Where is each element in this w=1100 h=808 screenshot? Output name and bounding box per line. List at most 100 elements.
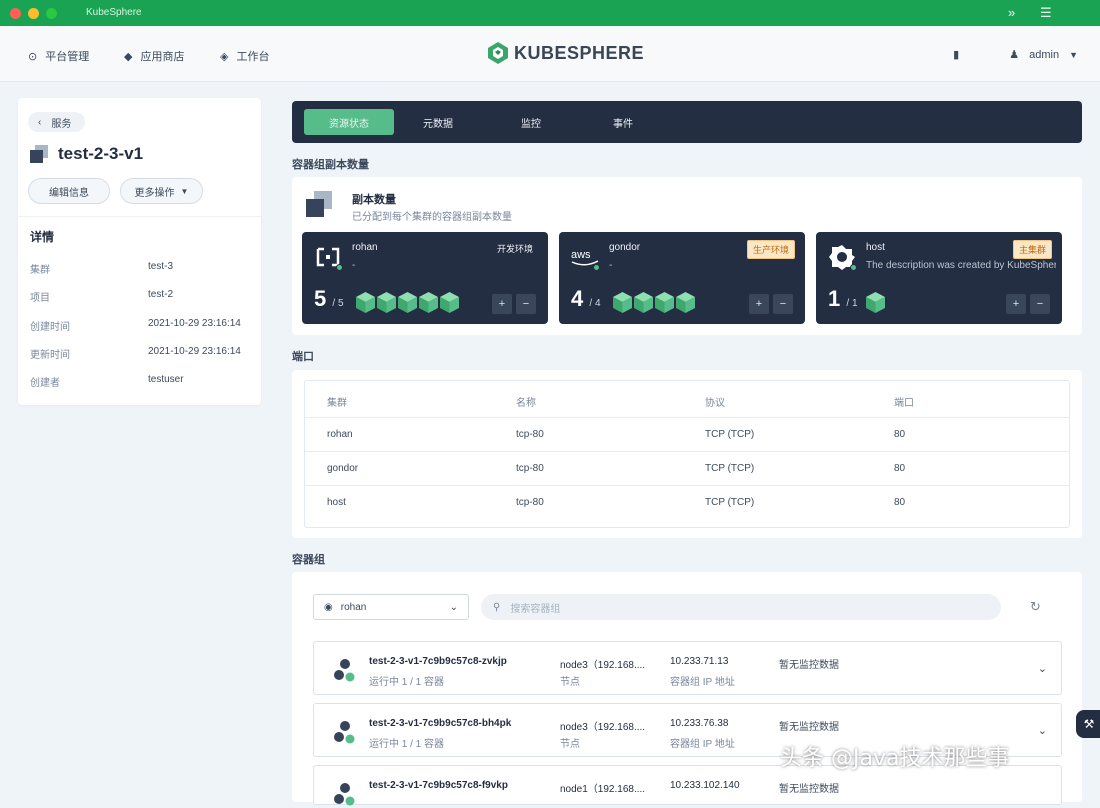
nav-appstore[interactable]: ◆ 应用商店 xyxy=(124,48,184,64)
svg-text:aws: aws xyxy=(571,249,591,261)
pod-icon xyxy=(334,659,355,682)
back-label: 服务 xyxy=(51,118,72,130)
detail-key: 集群 xyxy=(30,265,50,276)
replica-total: 4 xyxy=(594,298,601,309)
pod-ip-label: 容器组 IP 地址 xyxy=(670,739,735,750)
replica-total: 5 xyxy=(337,298,344,309)
tab-metadata[interactable]: 元数据 xyxy=(412,109,464,135)
minimize-window-button[interactable] xyxy=(28,8,39,19)
pod-name[interactable]: test-2-3-v1-7c9b9c57c8-f9vkp xyxy=(369,780,508,791)
nav-platform[interactable]: ⊙ 平台管理 xyxy=(28,48,89,64)
table-cell: tcp-80 xyxy=(516,463,544,474)
nav-appstore-label: 应用商店 xyxy=(140,51,185,63)
replica-cube-icon xyxy=(613,292,632,313)
add-replica-button[interactable]: + xyxy=(749,294,769,314)
cluster-select[interactable]: ◉ rohan ⌄ xyxy=(313,594,469,620)
nav-workbench[interactable]: ◈ 工作台 xyxy=(220,48,269,64)
replica-cube-icon xyxy=(377,292,396,313)
user-name[interactable]: admin xyxy=(1029,49,1059,61)
add-replica-button[interactable]: + xyxy=(1006,294,1026,314)
edit-info-button[interactable]: 编辑信息 xyxy=(28,178,110,204)
table-cell: gondor xyxy=(327,463,359,474)
workload-name: test-2-3-v1 xyxy=(58,144,144,163)
detail-value: 2021-10-29 23:16:14 xyxy=(148,346,241,357)
more-actions-label: 更多操作 xyxy=(134,187,175,199)
replica-cube-icon xyxy=(634,292,653,313)
cluster-name: rohan xyxy=(352,242,378,253)
table-cell: host xyxy=(327,497,346,508)
detail-row: 创建时间 2021-10-29 23:16:14 xyxy=(30,318,250,333)
detail-row: 集群 test-3 xyxy=(30,261,250,276)
table-cell: tcp-80 xyxy=(516,429,544,440)
divider xyxy=(305,451,1069,452)
table-cell: 80 xyxy=(894,429,906,440)
tab-resource-status[interactable]: 资源状态 xyxy=(304,109,394,135)
pod-name[interactable]: test-2-3-v1-7c9b9c57c8-zvkjp xyxy=(369,656,507,667)
refresh-icon[interactable]: ↻ xyxy=(1030,599,1041,615)
user-caret-icon[interactable]: ▼ xyxy=(1069,50,1078,60)
pod-ip: 10.233.102.140 xyxy=(670,780,740,791)
replica-count: 1 / 1 xyxy=(828,286,858,311)
back-button[interactable]: ‹ 服务 xyxy=(28,112,86,132)
pod-name[interactable]: test-2-3-v1-7c9b9c57c8-bh4pk xyxy=(369,718,511,729)
chevron-left-icon: ‹ xyxy=(38,116,42,128)
replica-cube-icon xyxy=(676,292,695,313)
pod-search-input[interactable]: ⚲ 搜索容器组 xyxy=(481,594,1001,620)
pod-node: node3（192.168.... xyxy=(560,722,646,733)
cluster-name: host xyxy=(866,242,885,253)
workload-icon xyxy=(30,145,48,163)
docs-icon[interactable]: ▮ xyxy=(953,48,959,61)
replica-count: 5 / 5 xyxy=(314,286,344,311)
pod-metrics: 暂无监控数据 xyxy=(779,660,839,671)
replica-cube-icon xyxy=(440,292,459,313)
ports-section-title: 端口 xyxy=(292,351,314,363)
add-replica-button[interactable]: + xyxy=(492,294,512,314)
cluster-tag: 主集群 xyxy=(1012,240,1052,259)
more-actions-button[interactable]: 更多操作 ▼ xyxy=(120,178,203,204)
table-cell: TCP (TCP) xyxy=(705,463,755,474)
menu-icon[interactable]: ☰ xyxy=(1040,5,1052,21)
search-placeholder: 搜索容器组 xyxy=(510,603,561,615)
divider xyxy=(18,216,261,217)
chevron-down-icon[interactable]: ⌄ xyxy=(1038,724,1047,737)
detail-value: test-3 xyxy=(148,261,174,272)
kubesphere-logo[interactable]: KUBESPHERE xyxy=(488,42,644,64)
replica-cube-icon xyxy=(655,292,674,313)
replica-running: 4 xyxy=(571,286,584,311)
logo-text: KUBESPHERE xyxy=(514,42,645,63)
caret-down-icon: ▼ xyxy=(180,186,189,196)
window-title: KubeSphere xyxy=(86,7,142,18)
close-window-button[interactable] xyxy=(10,8,21,19)
detail-key: 创建时间 xyxy=(30,322,70,333)
pod-node: node3（192.168.... xyxy=(560,660,646,671)
pods-section-title: 容器组 xyxy=(292,554,325,566)
table-cell: 80 xyxy=(894,497,906,508)
table-cell: 80 xyxy=(894,463,906,474)
replica-cube-icon xyxy=(419,292,438,313)
remove-replica-button[interactable]: − xyxy=(773,294,793,314)
double-chevron-icon[interactable]: » xyxy=(1008,5,1015,20)
pod-metrics: 暂无监控数据 xyxy=(779,784,839,795)
workload-detail-card: ‹ 服务 test-2-3-v1 编辑信息 更多操作 ▼ 详情 集群 test-3… xyxy=(18,98,261,405)
top-navigation: ⊙ 平台管理 ◆ 应用商店 ◈ 工作台 KUBESPHERE ▮ ♟ admin… xyxy=(0,26,1100,82)
chevron-down-icon[interactable]: ⌄ xyxy=(1038,662,1047,675)
remove-replica-button[interactable]: − xyxy=(1030,294,1050,314)
detail-value: testuser xyxy=(148,374,184,385)
tab-events[interactable]: 事件 xyxy=(598,109,648,135)
maximize-window-button[interactable] xyxy=(46,8,57,19)
user-area: ▮ ♟ admin ▼ xyxy=(953,48,1078,62)
cluster-desc: - xyxy=(352,260,356,271)
replica-running: 5 xyxy=(314,286,327,311)
cluster-select-value: rohan xyxy=(340,601,367,613)
detail-key: 项目 xyxy=(30,293,50,304)
replica-cube-icon xyxy=(398,292,417,313)
replica-cube-icon xyxy=(356,292,375,313)
detail-key: 更新时间 xyxy=(30,350,70,361)
pod-metrics: 暂无监控数据 xyxy=(779,722,839,733)
cluster-card-rohan: rohan - 开发环境 5 / 5 + − xyxy=(302,232,548,324)
tab-monitoring[interactable]: 监控 xyxy=(506,109,556,135)
pod-row[interactable]: test-2-3-v1-7c9b9c57c8-zvkjp 运行中 1 / 1 容… xyxy=(313,641,1062,695)
pod-icon xyxy=(334,783,355,806)
tools-icon[interactable]: ⚒ xyxy=(1076,710,1100,738)
remove-replica-button[interactable]: − xyxy=(516,294,536,314)
